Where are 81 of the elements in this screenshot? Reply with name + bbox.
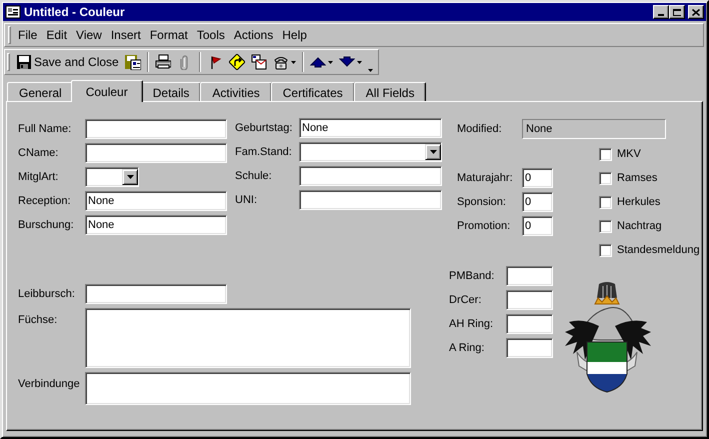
checkbox[interactable] bbox=[599, 172, 612, 184]
field-label: PMBand: bbox=[449, 270, 496, 282]
menu-item[interactable]: View bbox=[72, 26, 107, 44]
tab[interactable]: Details bbox=[140, 82, 202, 101]
menu-item[interactable]: Insert bbox=[106, 26, 146, 44]
field-label: Burschung: bbox=[18, 219, 75, 231]
maximize-icon bbox=[673, 8, 681, 16]
field-label: UNI: bbox=[235, 194, 258, 206]
printer-icon bbox=[154, 54, 171, 70]
field-label: Reception: bbox=[18, 195, 72, 207]
field-label: Fam.Stand: bbox=[235, 146, 293, 158]
tab[interactable]: Couleur bbox=[70, 80, 143, 102]
menu-item[interactable]: Format bbox=[146, 26, 193, 44]
caret-icon bbox=[126, 175, 134, 179]
field-label: Leibbursch: bbox=[18, 288, 76, 300]
field-label: Sponsion: bbox=[457, 196, 507, 208]
close-icon bbox=[692, 8, 700, 16]
text-area[interactable] bbox=[85, 372, 411, 405]
checkbox-label: Standesmeldung bbox=[617, 244, 700, 256]
field-label: Promotion: bbox=[457, 220, 512, 232]
window-icon bbox=[5, 5, 21, 19]
text-field[interactable] bbox=[85, 284, 227, 304]
text-field[interactable] bbox=[299, 166, 442, 186]
checkbox[interactable] bbox=[599, 220, 612, 232]
text-field[interactable] bbox=[299, 190, 442, 210]
text-field[interactable]: None bbox=[85, 191, 227, 211]
diamond-arrow-icon bbox=[228, 54, 245, 70]
number-field[interactable] bbox=[506, 338, 553, 358]
number-field[interactable]: 0 bbox=[522, 168, 553, 188]
field-label: MitglArt: bbox=[18, 171, 60, 183]
envelope-icon bbox=[250, 54, 267, 70]
floppy-form-icon bbox=[124, 54, 141, 70]
field-label: Geburtstag: bbox=[235, 122, 294, 134]
menu-item[interactable]: Actions bbox=[230, 26, 278, 44]
menu-item[interactable]: File bbox=[14, 26, 42, 44]
checkbox-label: MKV bbox=[617, 148, 641, 160]
checkbox-label: Ramses bbox=[617, 172, 658, 184]
field-label: Füchse: bbox=[18, 313, 58, 326]
text-field[interactable] bbox=[85, 143, 227, 163]
tab[interactable]: General bbox=[7, 82, 74, 101]
field-label: Maturajahr: bbox=[457, 172, 514, 184]
field-label: DrCer: bbox=[449, 294, 482, 306]
number-field[interactable] bbox=[506, 314, 553, 334]
caret-icon bbox=[430, 150, 436, 154]
checkbox[interactable] bbox=[599, 148, 612, 160]
caret-icon bbox=[328, 60, 333, 64]
text-field[interactable]: None bbox=[85, 215, 227, 235]
field-label: Full Name: bbox=[18, 123, 72, 135]
number-field[interactable] bbox=[506, 290, 553, 310]
field-label: Schule: bbox=[235, 170, 273, 182]
caret-icon bbox=[356, 60, 362, 64]
window-title: Untitled - Couleur bbox=[24, 5, 126, 19]
text-field[interactable]: None bbox=[299, 118, 442, 138]
tab[interactable]: Activities bbox=[200, 82, 272, 101]
tab[interactable]: All Fields bbox=[354, 82, 426, 101]
maximize-button[interactable] bbox=[669, 5, 685, 19]
dropdown-field[interactable] bbox=[85, 167, 139, 187]
menu-item[interactable]: Help bbox=[278, 26, 312, 44]
field-label: CName: bbox=[18, 147, 60, 159]
number-field[interactable] bbox=[506, 266, 553, 286]
menu-item[interactable]: Tools bbox=[192, 26, 230, 44]
field-label: Verbindunge bbox=[18, 377, 81, 390]
menu-item[interactable]: Edit bbox=[42, 26, 72, 44]
field-label: A Ring: bbox=[449, 342, 486, 354]
text-field[interactable] bbox=[85, 119, 227, 139]
telephone-icon bbox=[272, 54, 289, 70]
caret-icon bbox=[290, 60, 296, 64]
close-button[interactable] bbox=[688, 5, 704, 19]
checkbox-label: Herkules bbox=[617, 196, 660, 208]
chevron-icon bbox=[368, 69, 373, 72]
checkbox[interactable] bbox=[599, 196, 612, 208]
checkbox-label: Nachtrag bbox=[617, 220, 662, 232]
checkbox[interactable] bbox=[599, 244, 612, 256]
field-label: Modified: bbox=[457, 123, 503, 135]
read-only-field: None bbox=[522, 119, 666, 139]
minimize-button[interactable] bbox=[653, 5, 669, 19]
field-label: AH Ring: bbox=[449, 318, 494, 330]
tab[interactable]: Certificates bbox=[270, 82, 355, 101]
number-field[interactable]: 0 bbox=[522, 216, 553, 236]
number-field[interactable]: 0 bbox=[522, 192, 553, 212]
dropdown-field[interactable] bbox=[299, 142, 442, 162]
